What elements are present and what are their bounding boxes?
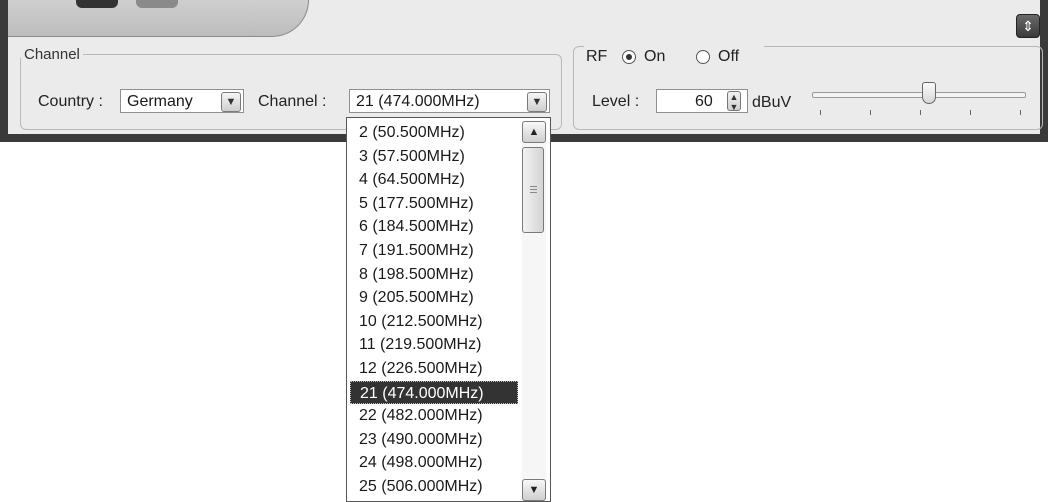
country-value: Germany (127, 93, 193, 110)
rf-legend: RF On Off (584, 38, 764, 65)
unit-label: dBuV (752, 94, 792, 111)
chevron-up-icon[interactable]: ▲ (522, 121, 546, 143)
dropdown-item[interactable]: 4 (64.500MHz) (350, 168, 518, 191)
dropdown-item[interactable]: 9 (205.500MHz) (350, 286, 518, 309)
dropdown-item[interactable]: 5 (177.500MHz) (350, 192, 518, 215)
resize-vertical-icon[interactable]: ⇕ (1016, 14, 1040, 38)
channel-dropdown-list[interactable]: 2 (50.500MHz) 3 (57.500MHz) 4 (64.500MHz) 5… (346, 117, 551, 502)
slider-tick (870, 110, 871, 115)
spin-arrows-icon[interactable]: ▲ ▼ (727, 91, 741, 112)
grip-line (530, 192, 537, 193)
level-input[interactable]: 60 ▲ ▼ (656, 89, 748, 113)
channel-group-legend: Channel (24, 46, 80, 63)
slider-tick (920, 110, 921, 115)
dropdown-item[interactable]: 10 (212.500MHz) (350, 310, 518, 333)
tab-inactive[interactable] (136, 0, 178, 8)
slider-tick (970, 110, 971, 115)
rf-on-radio[interactable] (622, 50, 636, 64)
chevron-down-icon[interactable]: ▼ (527, 92, 547, 112)
dropdown-item[interactable]: 3 (57.500MHz) (350, 145, 518, 168)
rf-off-label: Off (718, 48, 740, 65)
scrollbar-thumb[interactable] (522, 147, 544, 233)
dropdown-item[interactable]: 7 (191.500MHz) (350, 239, 518, 262)
chevron-down-icon[interactable]: ▼ (522, 479, 546, 501)
dropdown-item[interactable]: 21 (474.000MHz) (350, 380, 518, 404)
dropdown-scrollbar[interactable]: ▲ ▼ (522, 121, 546, 501)
country-select[interactable]: Germany ▼ (120, 89, 244, 113)
grip-line (530, 189, 537, 190)
rf-on-label: On (644, 48, 666, 65)
level-value: 60 (695, 93, 713, 110)
dropdown-item[interactable]: 22 (482.000MHz) (350, 404, 518, 427)
chevron-down-icon[interactable]: ▼ (221, 92, 241, 112)
level-label: Level : (592, 93, 640, 110)
dropdown-item[interactable]: 23 (490.000MHz) (350, 428, 518, 451)
dropdown-item[interactable]: 2 (50.500MHz) (350, 121, 518, 144)
country-label: Country : (38, 93, 103, 110)
tab-active[interactable] (76, 0, 118, 8)
grip-line (530, 186, 537, 187)
channel-label: Channel : (258, 93, 327, 110)
rf-off-radio[interactable] (696, 50, 710, 64)
slider-tick (1020, 110, 1021, 115)
dropdown-item[interactable]: 24 (498.000MHz) (350, 451, 518, 474)
level-slider-thumb[interactable] (921, 82, 936, 104)
channel-value: 21 (474.000MHz) (356, 93, 480, 110)
dropdown-item[interactable]: 12 (226.500MHz) (350, 357, 518, 380)
dropdown-item[interactable]: 8 (198.500MHz) (350, 263, 518, 286)
channel-select[interactable]: 21 (474.000MHz) ▼ (349, 89, 550, 113)
level-slider-track[interactable] (812, 92, 1026, 98)
slider-tick (820, 110, 821, 115)
dropdown-item[interactable]: 25 (506.000MHz) (350, 475, 518, 498)
dropdown-item[interactable]: 6 (184.500MHz) (350, 215, 518, 238)
rf-label: RF (586, 48, 608, 65)
dropdown-item[interactable]: 11 (219.500MHz) (350, 333, 518, 356)
